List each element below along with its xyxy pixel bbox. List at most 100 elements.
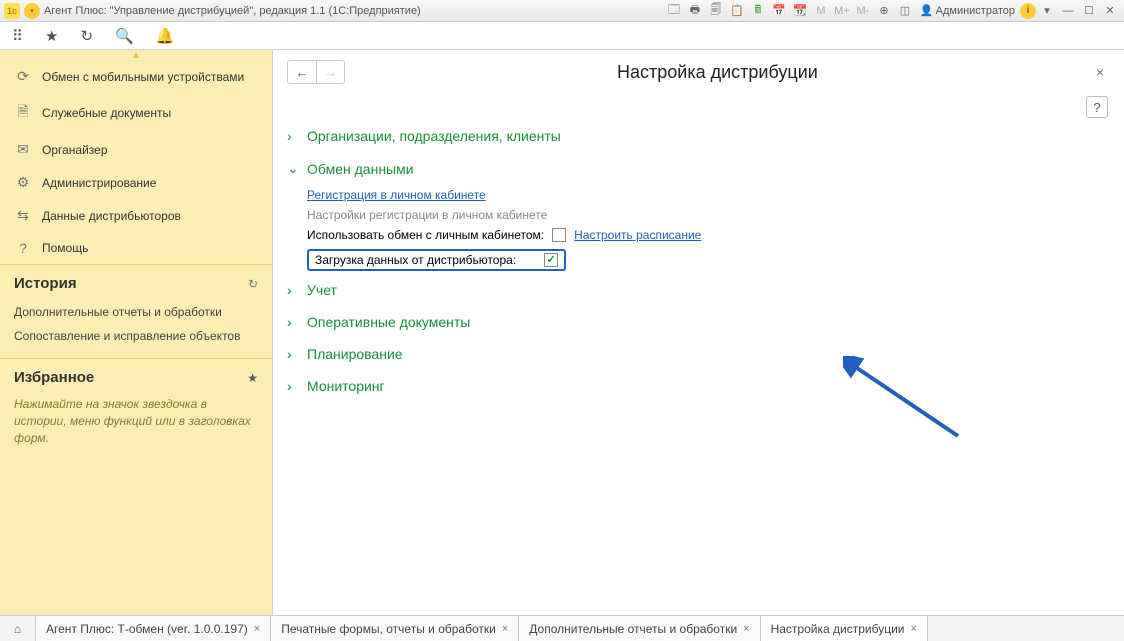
window-mode-icon[interactable]: ◫ — [895, 2, 915, 20]
app-icon: 1c — [4, 3, 20, 19]
group-op[interactable]: › Оперативные документы — [287, 306, 1110, 338]
group-mon[interactable]: › Мониторинг — [287, 370, 1110, 402]
tab-item-active[interactable]: Настройка дистрибуции × — [761, 616, 928, 641]
print-icon[interactable]: 🖶 — [685, 2, 705, 20]
app-dropdown-icon[interactable]: ▾ — [24, 3, 40, 19]
help-button[interactable]: ? — [1086, 96, 1108, 118]
nav-label: Обмен с мобильными устройствами — [42, 70, 244, 84]
tab-close-icon[interactable]: × — [743, 623, 749, 635]
nav-item-organizer[interactable]: ✉ Органайзер — [0, 133, 272, 166]
copy-icon[interactable]: 🗐 — [706, 2, 726, 20]
use-exchange-checkbox[interactable] — [552, 228, 566, 242]
use-exchange-label: Использовать обмен с личным кабинетом: — [307, 228, 544, 242]
memory-mminus[interactable]: M- — [853, 2, 873, 20]
dropdown-icon[interactable]: ▾ — [1037, 2, 1057, 20]
memory-m[interactable]: M — [811, 2, 831, 20]
favorites-star-icon[interactable]: ★ — [247, 371, 258, 385]
search-icon[interactable]: 🔍 — [115, 27, 134, 45]
chevron-right-icon: › — [287, 128, 299, 144]
chevron-right-icon: › — [287, 282, 299, 298]
nav-item-help[interactable]: ? Помощь — [0, 232, 272, 264]
user-icon: 👤 — [920, 4, 934, 17]
toolbar: ⠿ ★ ↻ 🔍 🔔 — [0, 22, 1124, 50]
group-exchange[interactable]: ⌄ Обмен данными — [287, 152, 1110, 185]
doc-icon: 🗎 — [14, 101, 32, 125]
tab-bar: ⌂ Агент Плюс: Т-обмен (ver. 1.0.0.197) ×… — [0, 615, 1124, 641]
nav-label: Помощь — [42, 241, 88, 255]
tab-close-icon[interactable]: × — [502, 623, 508, 635]
content-header: ← → Настройка дистрибуции × — [287, 60, 1110, 84]
group-uchet[interactable]: › Учет — [287, 274, 1110, 306]
history-item[interactable]: Дополнительные отчеты и обработки — [14, 300, 258, 324]
organizer-icon: ✉ — [14, 141, 32, 158]
forward-button[interactable]: → — [316, 61, 344, 83]
favorites-section-header: Избранное ★ — [0, 359, 272, 392]
nav-label: Служебные документы — [42, 106, 171, 120]
print-preview-icon[interactable]: 🗔 — [664, 2, 684, 20]
nav-item-admin[interactable]: ⚙ Администрирование — [0, 166, 272, 199]
tab-item[interactable]: Печатные формы, отчеты и обработки × — [271, 616, 519, 641]
refresh-icon: ⟳ — [14, 68, 32, 85]
tab-label: Дополнительные отчеты и обработки — [529, 622, 737, 636]
favorites-hint: Нажимайте на значок звездочка в истории,… — [0, 392, 272, 456]
user-label[interactable]: 👤 Администратор — [916, 4, 1019, 17]
calendar-icon[interactable]: 📅 — [769, 2, 789, 20]
info-icon[interactable]: i — [1020, 3, 1036, 19]
content-close-icon[interactable]: × — [1090, 62, 1110, 82]
exchange-body: Регистрация в личном кабинете Настройки … — [287, 185, 1110, 274]
schedule-link[interactable]: Настроить расписание — [574, 228, 701, 242]
calc-icon[interactable]: 🖩 — [748, 2, 768, 20]
close-icon[interactable]: ✕ — [1100, 2, 1120, 20]
help-icon: ? — [14, 240, 32, 256]
load-label: Загрузка данных от дистрибьютора: — [315, 253, 516, 267]
tab-item[interactable]: Дополнительные отчеты и обработки × — [519, 616, 760, 641]
home-tab[interactable]: ⌂ — [0, 616, 36, 641]
chevron-down-icon: ⌄ — [287, 160, 299, 177]
calendar2-icon[interactable]: 📆 — [790, 2, 810, 20]
tab-close-icon[interactable]: × — [910, 623, 916, 635]
chevron-right-icon: › — [287, 378, 299, 394]
history-icon[interactable]: ↻ — [80, 27, 93, 45]
maximize-icon[interactable]: ☐ — [1079, 2, 1099, 20]
nav-list: ⟳ Обмен с мобильными устройствами 🗎 Служ… — [0, 60, 272, 264]
register-link[interactable]: Регистрация в личном кабинете — [307, 188, 486, 202]
star-icon[interactable]: ★ — [45, 27, 58, 45]
memory-mplus[interactable]: M+ — [832, 2, 852, 20]
main-area: ▲ ⟳ Обмен с мобильными устройствами 🗎 Сл… — [0, 50, 1124, 615]
sidebar-collapse-icon[interactable]: ▲ — [0, 50, 272, 60]
titlebar: 1c ▾ Агент Плюс: "Управление дистрибуцие… — [0, 0, 1124, 22]
nav-item-distributors[interactable]: ⇆ Данные дистрибьюторов — [0, 199, 272, 232]
group-label: Мониторинг — [307, 378, 385, 394]
sidebar: ▲ ⟳ Обмен с мобильными устройствами 🗎 Сл… — [0, 50, 273, 615]
tab-label: Настройка дистрибуции — [771, 622, 905, 636]
history-expand-icon[interactable]: ↻ — [248, 277, 258, 291]
tab-label: Печатные формы, отчеты и обработки — [281, 622, 496, 636]
favorites-title: Избранное — [14, 369, 94, 386]
back-button[interactable]: ← — [288, 61, 316, 83]
bell-icon[interactable]: 🔔 — [156, 27, 175, 45]
group-org[interactable]: › Организации, подразделения, клиенты — [287, 120, 1110, 152]
load-checkbox[interactable] — [544, 253, 558, 267]
minimize-icon[interactable]: — — [1058, 2, 1078, 20]
clipboard-icon[interactable]: 📋 — [727, 2, 747, 20]
zoom-in-icon[interactable]: ⊕ — [874, 2, 894, 20]
group-label: Организации, подразделения, клиенты — [307, 128, 561, 144]
group-label: Оперативные документы — [307, 314, 470, 330]
history-section-header: История ↻ — [0, 265, 272, 298]
register-hint: Настройки регистрации в личном кабинете — [307, 208, 547, 222]
nav-label: Данные дистрибьюторов — [42, 209, 181, 223]
group-plan[interactable]: › Планирование — [287, 338, 1110, 370]
apps-icon[interactable]: ⠿ — [12, 27, 23, 45]
nav-label: Администрирование — [42, 176, 156, 190]
nav-item-exchange[interactable]: ⟳ Обмен с мобильными устройствами — [0, 60, 272, 93]
window-title: Агент Плюс: "Управление дистрибуцией", р… — [44, 5, 421, 17]
nav-item-docs[interactable]: 🗎 Служебные документы — [0, 93, 272, 133]
user-name: Администратор — [936, 5, 1015, 17]
tab-item[interactable]: Агент Плюс: Т-обмен (ver. 1.0.0.197) × — [36, 616, 271, 641]
history-title: История — [14, 275, 77, 292]
history-item[interactable]: Сопоставление и исправление объектов — [14, 324, 258, 348]
group-label: Учет — [307, 282, 337, 298]
load-from-distributor-row: Загрузка данных от дистрибьютора: — [307, 249, 566, 271]
tab-label: Агент Плюс: Т-обмен (ver. 1.0.0.197) — [46, 622, 248, 636]
tab-close-icon[interactable]: × — [254, 623, 260, 635]
